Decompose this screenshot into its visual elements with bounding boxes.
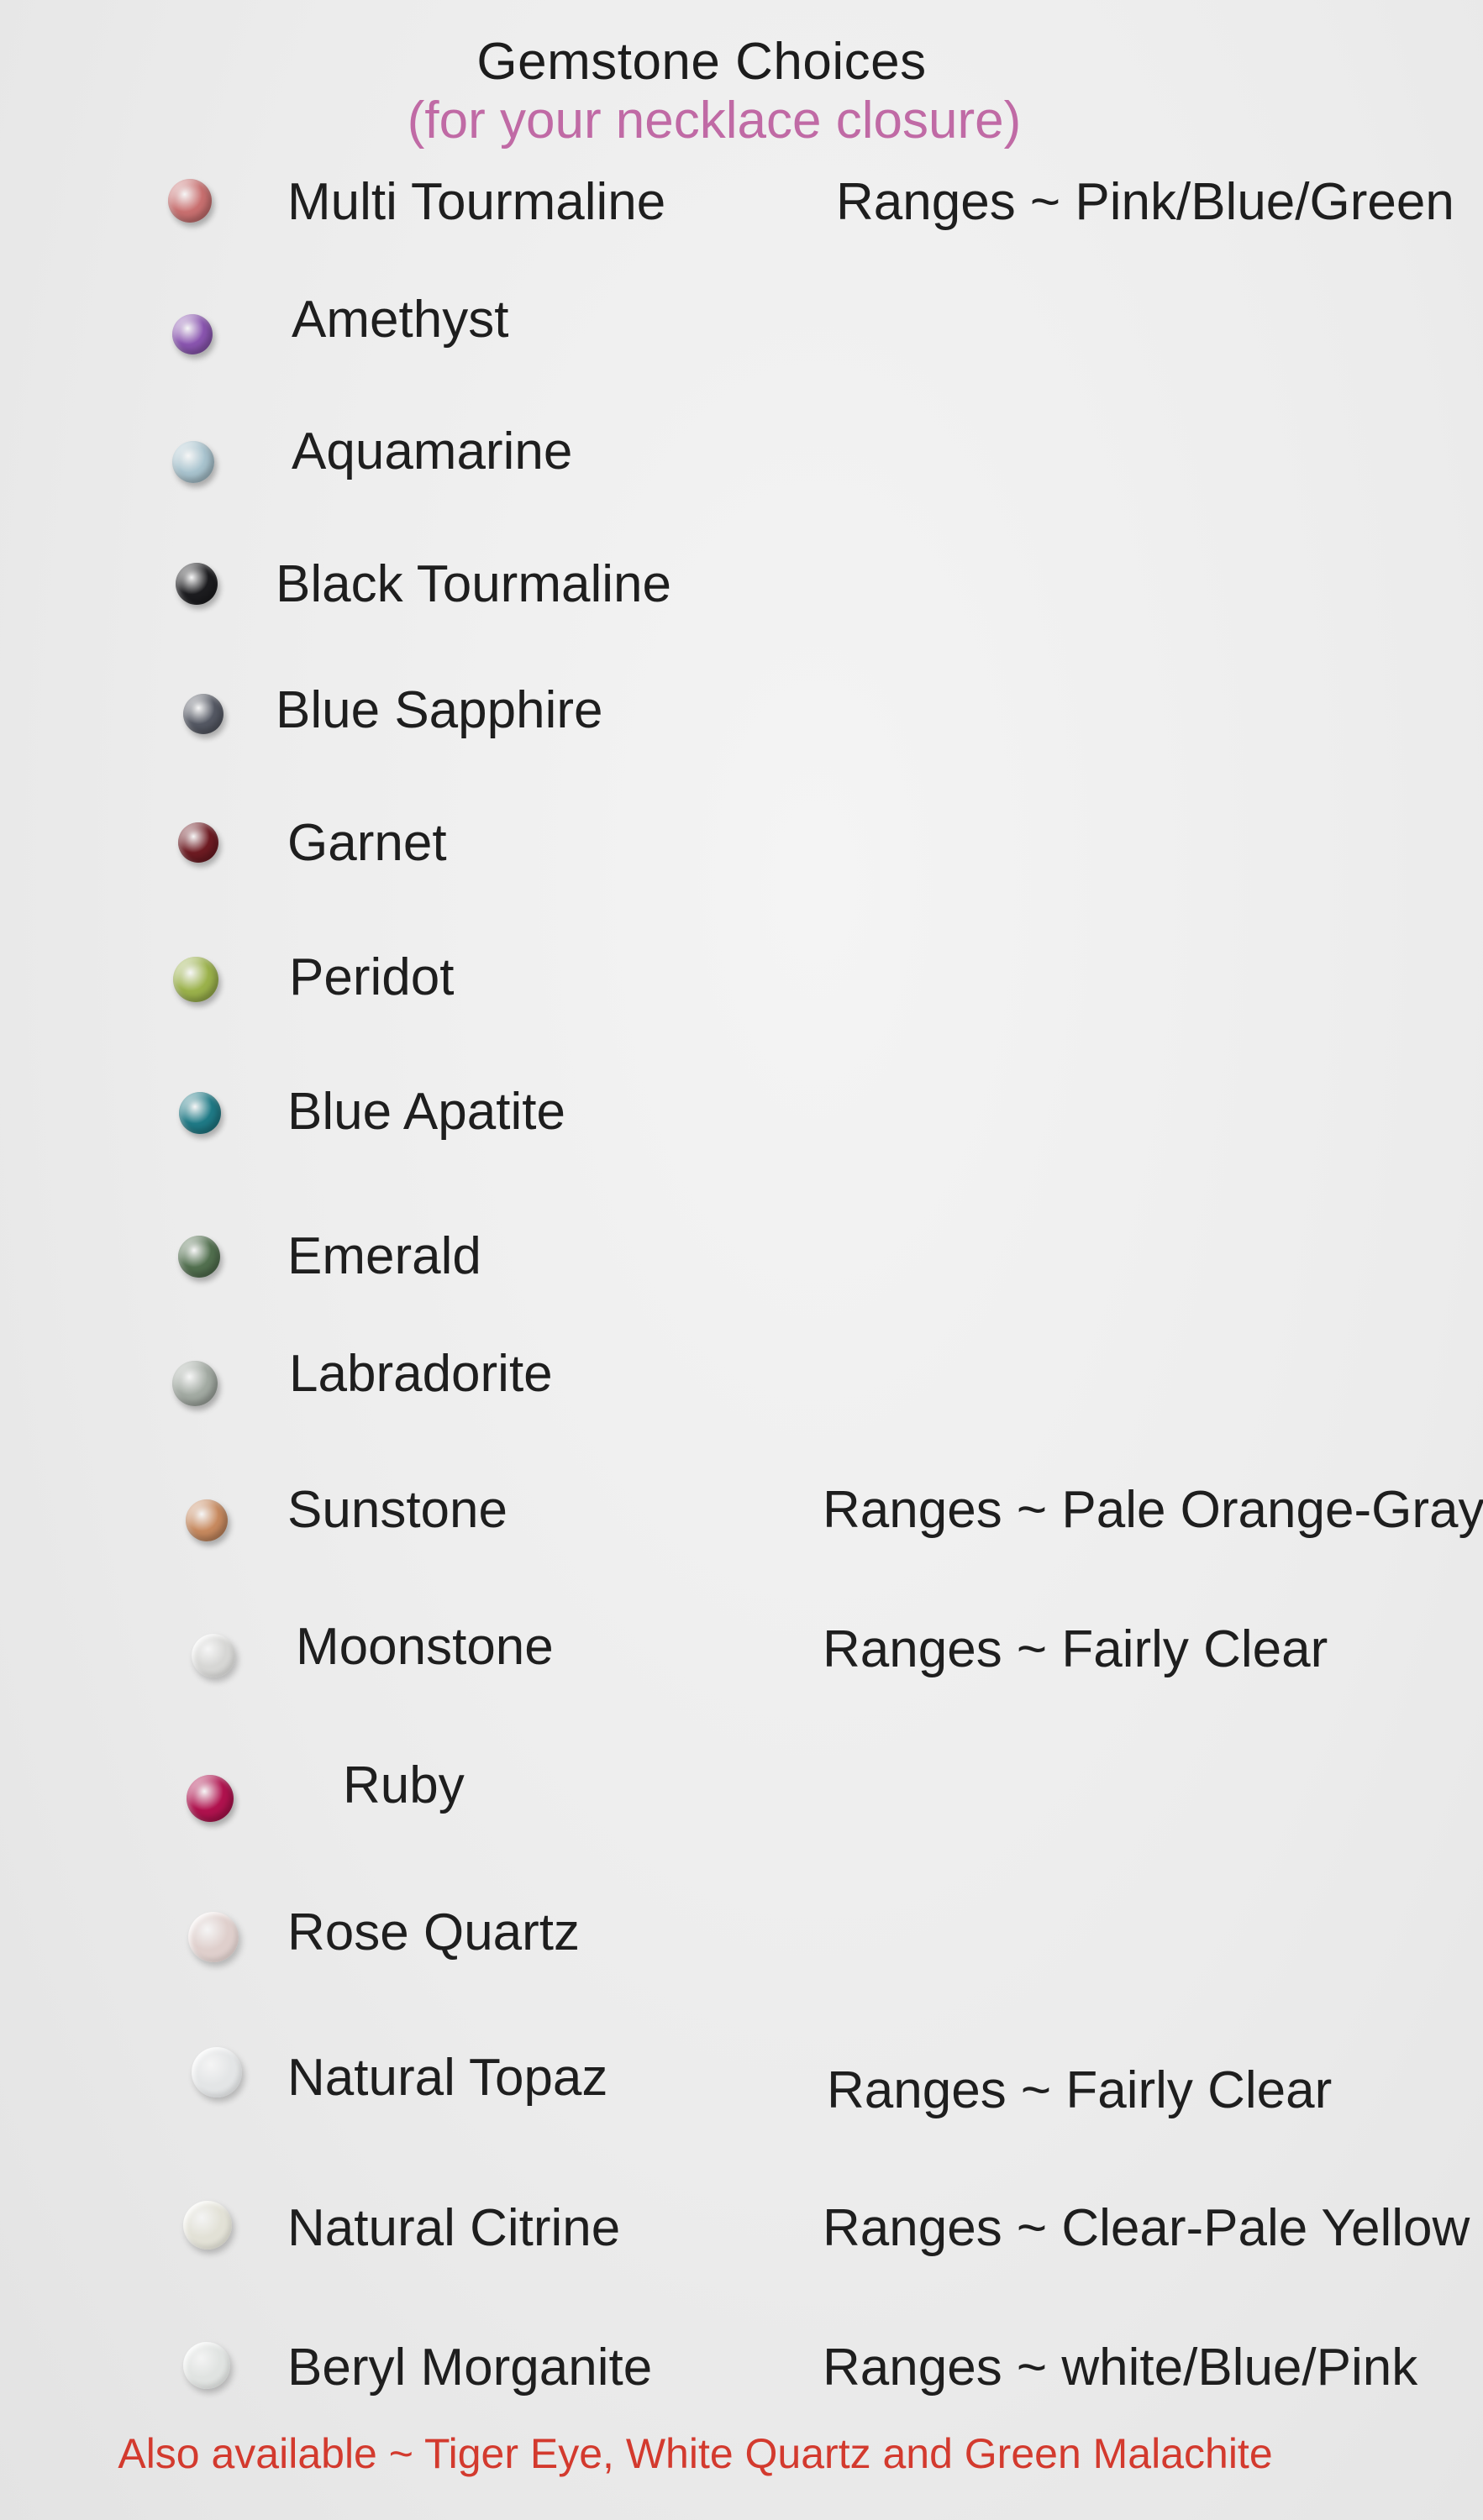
gem-name-natural-topaz: Natural Topaz — [287, 2049, 608, 2107]
gemstone-chart-sheet: Gemstone Choices (for your necklace clos… — [0, 0, 1483, 2520]
gem-name-peridot: Peridot — [289, 948, 455, 1006]
ruby-stone-icon — [187, 1775, 234, 1822]
gem-name-blue-sapphire: Blue Sapphire — [276, 681, 603, 739]
black-tourmaline-stone-icon — [176, 563, 218, 605]
multi-tourmaline-stone-icon — [168, 179, 212, 223]
rose-quartz-stone-icon — [188, 1912, 239, 1962]
gem-range-natural-topaz: Ranges ~ Fairly Clear — [827, 2061, 1333, 2119]
gem-name-natural-citrine: Natural Citrine — [287, 2199, 621, 2257]
gem-name-beryl-morganite: Beryl Morganite — [287, 2339, 653, 2397]
blue-sapphire-stone-icon — [183, 694, 224, 734]
gem-name-emerald: Emerald — [287, 1227, 481, 1285]
gem-name-rose-quartz: Rose Quartz — [287, 1903, 581, 1961]
gem-name-moonstone: Moonstone — [296, 1618, 554, 1676]
natural-topaz-stone-icon — [192, 2047, 242, 2097]
gem-name-sunstone: Sunstone — [287, 1481, 507, 1539]
garnet-stone-icon — [178, 822, 218, 863]
beryl-morganite-stone-icon — [183, 2342, 230, 2389]
amethyst-stone-icon — [172, 314, 213, 354]
blue-apatite-stone-icon — [179, 1092, 221, 1134]
page-title: Gemstone Choices — [476, 33, 927, 91]
gem-name-multi-tourmaline: Multi Tourmaline — [287, 173, 666, 231]
moonstone-stone-icon — [192, 1634, 235, 1677]
natural-citrine-stone-icon — [183, 2201, 232, 2250]
gem-name-garnet: Garnet — [287, 814, 447, 872]
gem-range-moonstone: Ranges ~ Fairly Clear — [823, 1620, 1328, 1678]
gem-range-sunstone: Ranges ~ Pale Orange-Gray — [823, 1481, 1483, 1539]
gem-name-black-tourmaline: Black Tourmaline — [276, 555, 671, 613]
gem-name-aquamarine: Aquamarine — [292, 423, 573, 480]
gem-range-natural-citrine: Ranges ~ Clear-Pale Yellow — [823, 2199, 1470, 2257]
gem-range-multi-tourmaline: Ranges ~ Pink/Blue/Green — [836, 173, 1454, 231]
gem-name-labradorite: Labradorite — [289, 1345, 553, 1403]
peridot-stone-icon — [173, 957, 218, 1002]
gem-name-ruby: Ruby — [343, 1756, 465, 1814]
gem-name-amethyst: Amethyst — [292, 291, 509, 349]
aquamarine-stone-icon — [172, 441, 214, 483]
labradorite-stone-icon — [172, 1361, 218, 1406]
sunstone-stone-icon — [186, 1499, 228, 1541]
gem-name-blue-apatite: Blue Apatite — [287, 1083, 565, 1141]
page-subtitle: (for your necklace closure) — [407, 92, 1022, 150]
also-available-note: Also available ~ Tiger Eye, White Quartz… — [118, 2430, 1273, 2477]
emerald-stone-icon — [178, 1236, 220, 1278]
gem-range-beryl-morganite: Ranges ~ white/Blue/Pink — [823, 2339, 1418, 2397]
